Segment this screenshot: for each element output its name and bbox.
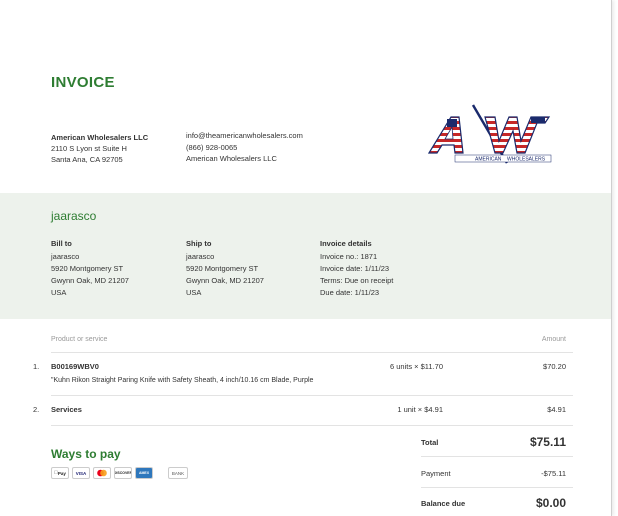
invoice-terms: Terms: Due on receipt xyxy=(320,276,394,285)
line-item-sku: B00169WBV0 xyxy=(51,362,99,371)
table-divider xyxy=(51,352,573,353)
total-value: $75.11 xyxy=(529,435,566,449)
line-item-amount: $4.91 xyxy=(547,405,566,414)
line-item-amount: $70.20 xyxy=(543,362,566,371)
amex-icon: AMEX xyxy=(135,467,153,479)
bill-to-line: jaarasco xyxy=(51,252,80,261)
visa-icon: VISA xyxy=(72,467,90,479)
apple-pay-icon: Pay xyxy=(51,467,69,479)
table-divider xyxy=(51,425,573,426)
payment-value: -$75.11 xyxy=(541,469,566,478)
balance-due-value: $0.00 xyxy=(535,496,566,510)
bill-to-heading: Bill to xyxy=(51,239,72,248)
ship-to-line: jaarasco xyxy=(186,252,215,261)
mastercard-icon xyxy=(93,467,111,479)
invoice-number: Invoice no.: 1871 xyxy=(320,252,378,261)
ship-to-line: Gwynn Oak, MD 21207 xyxy=(186,276,264,285)
bill-to-line: USA xyxy=(51,288,67,297)
line-item-number: 2. xyxy=(33,405,40,414)
ship-to-section: Ship to jaarasco 5920 Montgomery ST Gwyn… xyxy=(186,238,264,299)
ship-to-line: 5920 Montgomery ST xyxy=(186,264,259,273)
line-item-qty-rate: 6 units × $11.70 xyxy=(389,362,443,371)
column-header-amount: Amount xyxy=(541,336,566,343)
payment-methods: Pay VISA DISCOVER AMEX BANK xyxy=(51,467,188,479)
line-item-sku: Services xyxy=(51,405,82,414)
company-phone: (866) 928-0065 xyxy=(186,142,238,152)
bill-to-section: Bill to jaarasco 5920 Montgomery ST Gwyn… xyxy=(51,238,129,299)
company-address-line-1: 2110 S Lyon st Suite H xyxy=(51,144,127,153)
discover-icon: DISCOVER xyxy=(114,467,132,479)
line-item-qty-rate: 1 unit × $4.91 xyxy=(397,405,443,414)
totals-divider xyxy=(421,456,573,457)
company-address: American Wholesalers LLC 2110 S Lyon st … xyxy=(51,132,148,165)
company-name: American Wholesalers LLC xyxy=(51,133,149,142)
bill-to-line: 5920 Montgomery ST xyxy=(51,264,124,273)
invoice-details-heading: Invoice details xyxy=(320,239,372,248)
company-contact-name: American Wholesalers LLC xyxy=(186,154,277,163)
column-header-product: Product or service xyxy=(51,336,108,343)
total-label: Total xyxy=(421,438,439,447)
logo-tagline-right: WHOLESALERS xyxy=(507,157,546,163)
invoice-title: INVOICE xyxy=(51,74,115,91)
ship-to-line: USA xyxy=(186,288,202,297)
company-contact: info@theamericanwholesalers.com (866) 92… xyxy=(186,130,303,165)
company-logo: AMERICAN WHOLESALERS xyxy=(427,104,552,164)
balance-due-label: Balance due xyxy=(421,499,466,508)
table-divider xyxy=(51,395,573,396)
ship-to-heading: Ship to xyxy=(186,239,212,248)
company-address-line-2: Santa Ana, CA 92705 xyxy=(51,155,123,164)
bill-to-line: Gwynn Oak, MD 21207 xyxy=(51,276,129,285)
ways-to-pay-heading: Ways to pay xyxy=(51,447,121,461)
customer-name: jaarasco xyxy=(51,209,97,223)
payment-label: Payment xyxy=(421,469,451,478)
totals-divider xyxy=(421,487,573,488)
logo-tagline-left: AMERICAN xyxy=(475,157,502,163)
invoice-details-section: Invoice details Invoice no.: 1871 Invoic… xyxy=(320,238,393,299)
line-item-description: "Kuhn Rikon Straight Paring Knife with S… xyxy=(51,377,314,384)
bank-icon: BANK xyxy=(168,467,188,479)
invoice-date: Invoice date: 1/11/23 xyxy=(320,264,390,273)
invoice-page: INVOICE American Wholesalers LLC 2110 S … xyxy=(0,0,612,516)
invoice-due-date: Due date: 1/11/23 xyxy=(320,288,380,297)
company-email[interactable]: info@theamericanwholesalers.com xyxy=(186,130,303,142)
line-item-number: 1. xyxy=(33,362,40,371)
